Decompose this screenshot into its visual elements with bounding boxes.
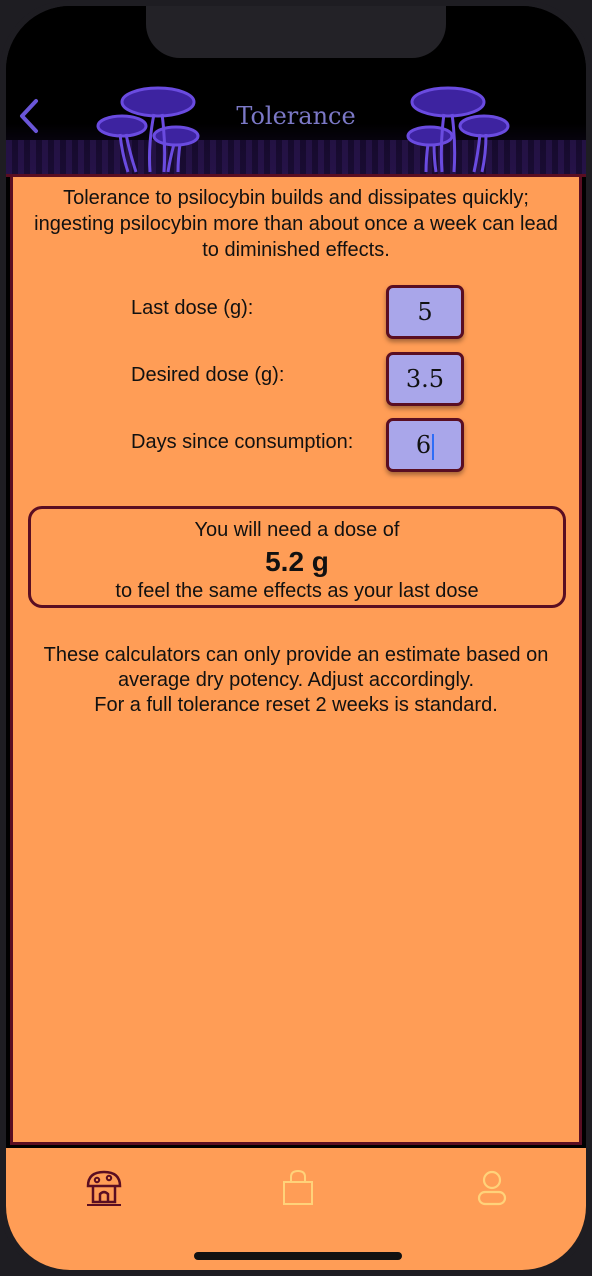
desired-dose-input[interactable]: 3.5 bbox=[386, 352, 464, 406]
result-value: 5.2 g bbox=[265, 546, 329, 577]
shopping-bag-icon[interactable] bbox=[278, 1168, 318, 1208]
profile-icon[interactable] bbox=[472, 1168, 512, 1208]
calculator-panel: Tolerance to psilocybin builds and dissi… bbox=[10, 177, 582, 1145]
text-caret bbox=[432, 433, 435, 460]
days-since-value: 6 bbox=[415, 431, 432, 459]
page-title: Tolerance bbox=[236, 102, 356, 130]
last-dose-input[interactable]: 5 bbox=[386, 285, 464, 339]
result-intro: You will need a dose of bbox=[194, 519, 400, 541]
intro-text: Tolerance to psilocybin builds and dissi… bbox=[34, 187, 558, 261]
desired-dose-label: Desired dose (g): bbox=[131, 364, 285, 386]
mushroom-house-icon[interactable] bbox=[84, 1168, 124, 1208]
result-box: You will need a dose of 5.2 g to feel th… bbox=[28, 506, 566, 608]
app-screen: Tolerance Tolerance to psilocybin builds… bbox=[6, 6, 586, 1270]
disclaimer-note: These calculators can only provide an es… bbox=[25, 643, 567, 718]
home-indicator[interactable] bbox=[194, 1252, 402, 1260]
last-dose-label: Last dose (g): bbox=[131, 297, 254, 319]
device-notch bbox=[146, 6, 446, 58]
days-since-label: Days since consumption: bbox=[131, 431, 354, 453]
disclaimer-line: For a full tolerance reset 2 weeks is st… bbox=[94, 694, 498, 716]
device-frame: Tolerance Tolerance to psilocybin builds… bbox=[0, 0, 592, 1276]
result-outro: to feel the same effects as your last do… bbox=[115, 580, 479, 602]
disclaimer-line: These calculators can only provide an es… bbox=[43, 644, 549, 691]
days-since-input[interactable]: 6 bbox=[386, 418, 464, 472]
